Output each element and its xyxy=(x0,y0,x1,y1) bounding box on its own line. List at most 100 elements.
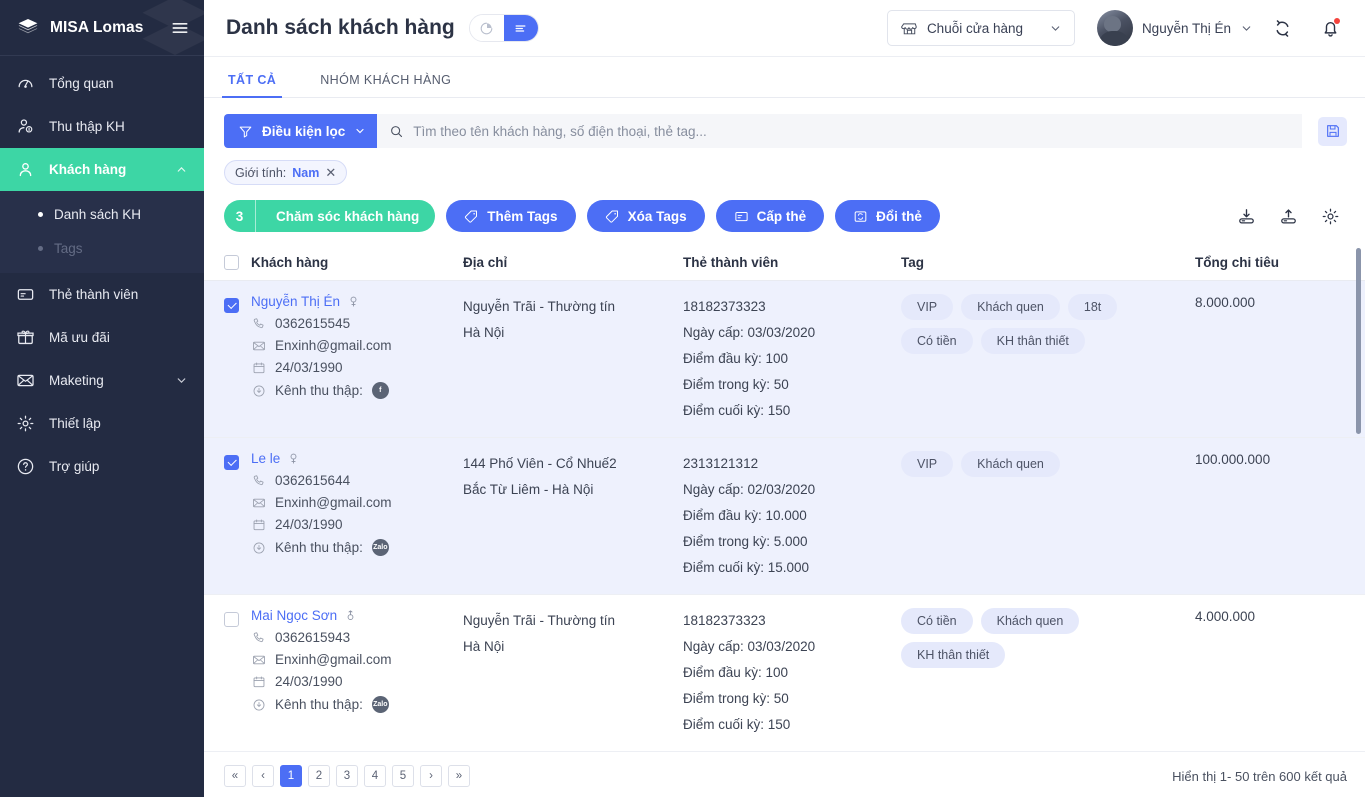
row-checkbox[interactable] xyxy=(224,612,239,627)
customer-table: Khách hàng Địa chỉ Thẻ thành viên Tag Tổ… xyxy=(204,245,1365,755)
customer-phone: 0362615943 xyxy=(275,630,351,645)
swap-card-icon xyxy=(854,210,867,222)
user-menu[interactable]: Nguyễn Thị Én xyxy=(1096,10,1253,46)
tab-nhom-khach-hang[interactable]: NHÓM KHÁCH HÀNG xyxy=(318,73,453,97)
sidebar-item-label: Mã ưu đãi xyxy=(49,330,110,345)
store-selector[interactable]: Chuỗi cửa hàng xyxy=(886,10,1075,46)
hamburger-menu-icon[interactable] xyxy=(170,18,190,38)
customer-cell: Nguyễn Thị Én 0362615545 Enxinh@gmail.co… xyxy=(251,281,463,437)
tab-tat-ca[interactable]: TẤT CẢ xyxy=(221,73,283,98)
row-checkbox[interactable] xyxy=(224,455,239,470)
tag-pill[interactable]: KH thân thiết xyxy=(980,328,1085,354)
sidebar-item-danh-sach-kh[interactable]: Danh sách KH xyxy=(0,197,204,231)
tag-pill[interactable]: KH thân thiết xyxy=(901,642,1006,668)
close-icon[interactable]: ✕ xyxy=(325,166,336,179)
notifications-button[interactable] xyxy=(1313,11,1347,45)
tag-pill[interactable]: VIP xyxy=(901,294,954,320)
email-icon xyxy=(251,653,266,667)
table-row[interactable]: Le le 0362615644 Enxinh@gmail.com 24/03/… xyxy=(204,438,1365,595)
tag-pill[interactable]: Khách quen xyxy=(961,294,1060,320)
save-filter-button[interactable] xyxy=(1318,116,1347,146)
notification-badge xyxy=(1334,18,1340,24)
table-row[interactable]: Nguyễn Thị Én 0362615545 Enxinh@gmail.co… xyxy=(204,281,1365,438)
chart-view-button[interactable] xyxy=(469,15,504,41)
tag-cell: VIP Khách quen 18t Có tiền KH thân thiết xyxy=(901,281,1195,437)
search-input[interactable] xyxy=(413,123,1290,139)
card-line: Ngày cấp: 03/03/2020 xyxy=(683,639,816,654)
sidebar-item-tong-quan[interactable]: Tổng quan xyxy=(0,62,204,105)
customer-birthday: 24/03/1990 xyxy=(275,674,343,689)
page-button-2[interactable]: 2 xyxy=(308,765,330,787)
customer-name-link[interactable]: Nguyễn Thị Én xyxy=(251,294,455,309)
action-label: Đổi thẻ xyxy=(876,208,922,224)
page-next-button[interactable]: › xyxy=(420,765,442,787)
download-button[interactable] xyxy=(1229,199,1263,233)
filter-chip-gender[interactable]: Giới tính: Nam ✕ xyxy=(224,160,348,185)
list-view-button[interactable] xyxy=(503,15,538,41)
page-button-5[interactable]: 5 xyxy=(392,765,414,787)
store-selector-label: Chuỗi cửa hàng xyxy=(926,20,1024,36)
email-icon xyxy=(251,496,266,510)
sidebar-item-tags[interactable]: Tags xyxy=(0,231,204,265)
customer-name-link[interactable]: Le le xyxy=(251,451,455,466)
doi-the-button[interactable]: Đổi thẻ xyxy=(835,200,940,232)
page-last-button[interactable]: » xyxy=(448,765,470,787)
sidebar-item-khach-hang[interactable]: Khách hàng xyxy=(0,148,204,191)
them-tags-button[interactable]: Thêm Tags xyxy=(446,200,576,232)
search-bar[interactable] xyxy=(377,114,1302,148)
phone-icon xyxy=(251,474,266,488)
sidebar-item-the-thanh-vien[interactable]: Thẻ thành viên xyxy=(0,273,204,316)
customer-email: Enxinh@gmail.com xyxy=(275,338,392,353)
table-scrollbar[interactable] xyxy=(1356,245,1361,755)
customer-birthday: 24/03/1990 xyxy=(275,517,343,532)
gender-male-icon xyxy=(347,610,354,620)
sidebar-item-thu-thap-kh[interactable]: Thu thập KH xyxy=(0,105,204,148)
cham-soc-khach-hang-button[interactable]: 3 Chăm sóc khách hàng xyxy=(224,200,436,232)
table-settings-button[interactable] xyxy=(1313,199,1347,233)
pagination-info: Hiển thị 1- 50 trên 600 kết quả xyxy=(1172,768,1347,784)
page-button-3[interactable]: 3 xyxy=(336,765,358,787)
list-view-icon xyxy=(515,24,526,32)
phone-icon xyxy=(251,317,266,331)
scrollbar-thumb[interactable] xyxy=(1356,248,1361,434)
select-all-checkbox[interactable] xyxy=(224,255,239,270)
address-line: 144 Phố Viên - Cổ Nhuế2 xyxy=(463,456,617,471)
action-label: Thêm Tags xyxy=(487,208,558,224)
card-line: Điểm đầu kỳ: 100 xyxy=(683,665,789,680)
address-line: Nguyễn Trãi - Thường tín xyxy=(463,613,615,628)
customer-name-link[interactable]: Mai Ngọc Sơn xyxy=(251,608,455,623)
tag-list: VIP Khách quen xyxy=(901,451,1185,477)
cap-the-button[interactable]: Cấp thẻ xyxy=(715,200,825,232)
tag-pill[interactable]: 18t xyxy=(1067,294,1118,320)
sidebar-item-maketing[interactable]: Maketing xyxy=(0,359,204,402)
xoa-tags-button[interactable]: Xóa Tags xyxy=(586,200,705,232)
filter-conditions-button[interactable]: Điều kiện lọc xyxy=(224,114,378,148)
sidebar-item-ma-uu-dai[interactable]: Mã ưu đãi xyxy=(0,316,204,359)
row-select-cell xyxy=(224,595,251,751)
action-label: Cấp thẻ xyxy=(756,208,807,224)
page-prev-button[interactable]: ‹ xyxy=(252,765,274,787)
page-button-4[interactable]: 4 xyxy=(364,765,386,787)
total-spend-value: 4.000.000 xyxy=(1195,609,1256,624)
upload-button[interactable] xyxy=(1271,199,1305,233)
tag-pill[interactable]: Khách quen xyxy=(980,608,1080,634)
tag-pill[interactable]: Có tiền xyxy=(901,328,973,354)
page-button-1[interactable]: 1 xyxy=(280,765,302,787)
tag-pill[interactable]: VIP xyxy=(901,451,954,477)
chip-value: Nam xyxy=(292,165,320,180)
tag-pill[interactable]: Có tiền xyxy=(901,608,973,634)
total-spend-cell: 100.000.000 xyxy=(1195,438,1345,594)
page-first-button[interactable]: « xyxy=(224,765,246,787)
tag-list: Có tiền Khách quen KH thân thiết xyxy=(901,608,1185,668)
refresh-button[interactable] xyxy=(1265,11,1299,45)
download-icon xyxy=(1238,208,1254,223)
row-checkbox[interactable] xyxy=(224,298,239,313)
user-icon xyxy=(16,160,35,179)
sidebar-item-label: Thu thập KH xyxy=(49,119,125,134)
sidebar-item-thiet-lap[interactable]: Thiết lập xyxy=(0,402,204,445)
chip-label: Giới tính: xyxy=(235,165,287,180)
table-row[interactable]: Mai Ngọc Sơn 0362615943 Enxinh@gmail.com… xyxy=(204,595,1365,752)
card-line: Điểm đầu kỳ: 10.000 xyxy=(683,508,807,523)
tag-pill[interactable]: Khách quen xyxy=(961,451,1060,477)
sidebar-item-tro-giup[interactable]: Trợ giúp xyxy=(0,445,204,488)
